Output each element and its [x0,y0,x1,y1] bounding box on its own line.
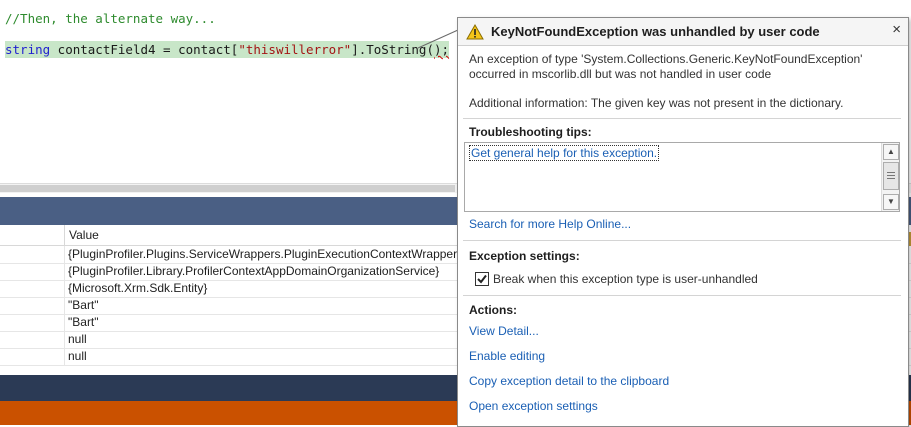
name-cell [0,297,65,314]
scrollbar-thumb[interactable] [0,185,455,192]
value-cell: null [68,349,87,363]
value-cell: null [68,332,87,346]
name-cell [0,246,65,263]
name-column-header[interactable] [0,225,65,246]
grip-line [887,175,895,176]
view-detail-link[interactable]: View Detail... [469,324,539,338]
exception-title: KeyNotFoundException was unhandled by us… [491,24,820,39]
scroll-up-icon[interactable]: ▲ [883,144,899,160]
name-cell [0,280,65,297]
close-icon[interactable]: × [892,21,901,38]
scroll-down-icon[interactable]: ▼ [883,194,899,210]
warning-icon [466,24,484,40]
exception-message-line1: An exception of type 'System.Collections… [469,52,863,66]
grip-line [887,178,895,179]
checkmark-icon [477,274,487,284]
value-cell: {PluginProfiler.Plugins.ServiceWrappers.… [68,247,462,261]
value-cell: "Bart" [68,315,99,329]
troubleshooting-tips-list[interactable]: Get general help for this exception. ▲ ▼ [464,142,900,212]
divider [463,118,901,119]
name-cell [0,348,65,365]
copy-exception-detail-link[interactable]: Copy exception detail to the clipboard [469,374,669,388]
general-help-link[interactable]: Get general help for this exception. [469,145,660,161]
exception-assistant: KeyNotFoundException was unhandled by us… [457,17,909,427]
break-on-exception-checkbox[interactable] [475,272,489,286]
value-cell: {PluginProfiler.Library.ProfilerContextA… [68,264,440,278]
troubleshooting-heading: Troubleshooting tips: [469,125,592,139]
name-cell [0,263,65,280]
exception-message-line2: occurred in mscorlib.dll but was not han… [469,67,772,81]
grip-line [887,172,895,173]
value-cell: "Bart" [68,298,99,312]
scrollbar-thumb[interactable] [883,162,899,190]
additional-information: Additional information: The given key wa… [469,96,844,110]
name-cell [0,331,65,348]
actions-heading: Actions: [469,303,517,317]
break-on-exception-label[interactable]: Break when this exception type is user-u… [493,272,758,286]
name-cell [0,314,65,331]
search-help-online-link[interactable]: Search for more Help Online... [469,217,631,231]
tips-scrollbar[interactable]: ▲ ▼ [881,143,899,211]
enable-editing-link[interactable]: Enable editing [469,349,545,363]
open-exception-settings-link[interactable]: Open exception settings [469,399,598,413]
exception-title-bar: KeyNotFoundException was unhandled by us… [458,18,908,46]
exception-settings-heading: Exception settings: [469,249,580,263]
divider [463,295,901,296]
divider [463,240,901,241]
value-cell: {Microsoft.Xrm.Sdk.Entity} [68,281,208,295]
